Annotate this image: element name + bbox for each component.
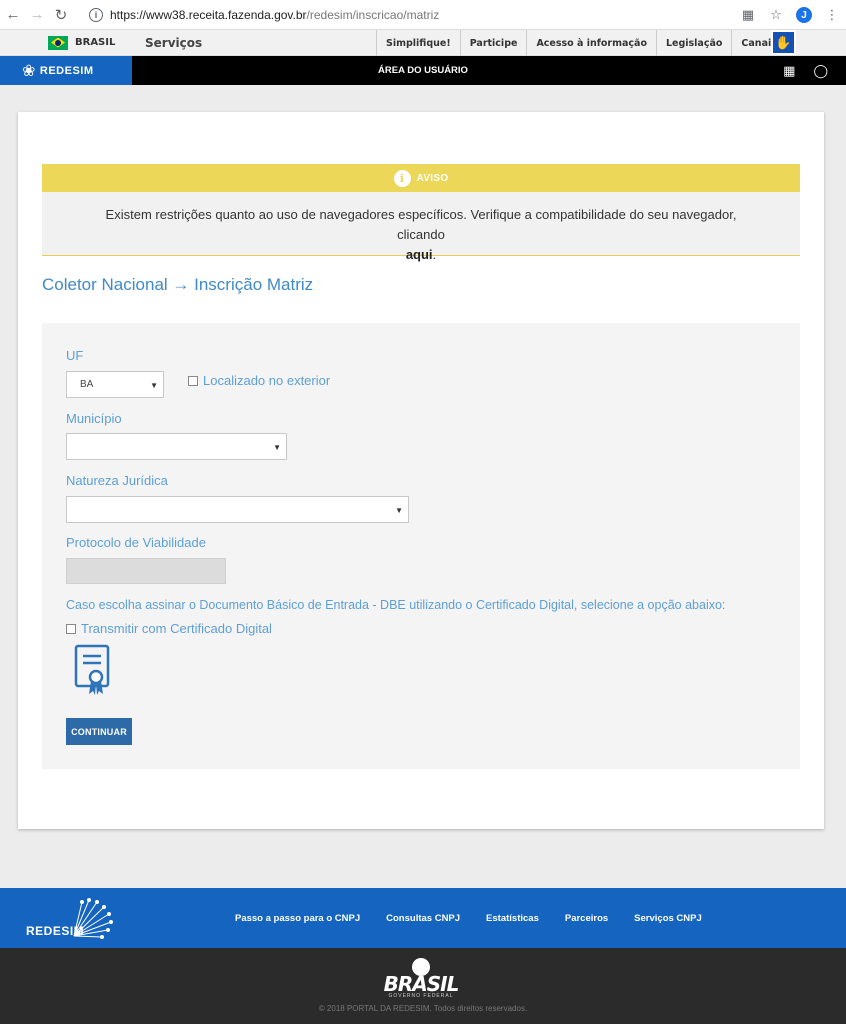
- footer-link-estatisticas[interactable]: Estatísticas: [486, 913, 539, 924]
- brasil-logo-sub: GOVERNO FEDERAL: [388, 993, 454, 999]
- natureza-select[interactable]: ▼: [66, 496, 409, 523]
- aviso-title: AVISO: [416, 172, 449, 184]
- uf-label: UF: [66, 348, 84, 363]
- uf-select-value: BA: [80, 379, 94, 390]
- brazil-flag-icon: [48, 35, 68, 50]
- redesim-logo[interactable]: ❀ REDESIM: [0, 56, 132, 85]
- redesim-bar: ❀ REDESIM ÁREA DO USUÁRIO ▦ ◯: [0, 56, 846, 85]
- translate-icon[interactable]: ▦: [734, 7, 762, 23]
- footer-logo-text: REDESIM: [26, 924, 85, 938]
- gov-link-participe[interactable]: Participe: [459, 30, 527, 56]
- reload-icon[interactable]: ↻: [49, 3, 73, 27]
- gov-bar: BRASIL Serviços Simplifique! Participe A…: [0, 30, 846, 56]
- aviso-aqui-link[interactable]: aqui: [406, 247, 433, 262]
- aviso-text: Existem restrições quanto ao uso de nave…: [105, 207, 737, 242]
- chevron-down-icon: ▼: [273, 443, 281, 452]
- footer-link-passo[interactable]: Passo a passo para o CNPJ: [235, 913, 360, 924]
- user-icon[interactable]: ◯: [813, 63, 828, 79]
- municipio-label: Município: [66, 411, 122, 426]
- footer-link-servicos[interactable]: Serviços CNPJ: [634, 913, 702, 924]
- info-icon: i: [393, 169, 411, 187]
- continue-button[interactable]: CONTINUAR: [66, 718, 132, 745]
- footer-link-consultas[interactable]: Consultas CNPJ: [386, 913, 460, 924]
- chevron-down-icon: ▼: [150, 381, 158, 390]
- footer-bottom: BRASIL GOVERNO FEDERAL © 2018 PORTAL DA …: [0, 948, 846, 1024]
- exterior-checkbox-row[interactable]: Localizado no exterior: [188, 373, 330, 388]
- footer-link-parceiros[interactable]: Parceiros: [565, 913, 608, 924]
- cert-checkbox-row[interactable]: Transmitir com Certificado Digital: [66, 621, 272, 636]
- certificate-icon: [74, 644, 110, 695]
- natureza-label: Natureza Jurídica: [66, 473, 168, 488]
- site-info-icon[interactable]: i: [89, 8, 103, 22]
- form-panel: UF BA ▼ Localizado no exterior Município…: [42, 323, 800, 769]
- browser-menu-icon[interactable]: ⋮: [818, 7, 846, 23]
- cert-checkbox[interactable]: [66, 623, 76, 634]
- gov-servicos-link[interactable]: Serviços: [145, 36, 202, 50]
- gov-brasil-label: BRASIL: [75, 37, 116, 48]
- url-path: /redesim/inscricao/matriz: [306, 8, 440, 22]
- exterior-checkbox[interactable]: [188, 375, 198, 386]
- chevron-down-icon: ▼: [395, 506, 403, 515]
- cert-note: Caso escolha assinar o Documento Básico …: [66, 598, 726, 612]
- protocolo-input: [66, 558, 226, 584]
- redesim-logo-icon: ❀: [22, 62, 36, 80]
- municipio-select[interactable]: ▼: [66, 433, 287, 460]
- copyright: © 2018 PORTAL DA REDESIM. Todos direitos…: [318, 1004, 528, 1013]
- gov-links: Simplifique! Participe Acesso à informaç…: [376, 30, 786, 56]
- forward-arrow-icon[interactable]: →: [25, 3, 49, 27]
- profile-avatar[interactable]: J: [796, 7, 812, 23]
- breadcrumb: Coletor Nacional → Inscrição Matriz: [42, 275, 314, 294]
- aviso-header: i AVISO: [42, 164, 800, 192]
- bookmark-star-icon[interactable]: ☆: [762, 7, 790, 23]
- gov-link-simplifique[interactable]: Simplifique!: [376, 30, 460, 56]
- browser-toolbar: ← → ↻ i https://www38.receita.fazenda.go…: [0, 0, 846, 30]
- aviso-end: .: [432, 247, 437, 262]
- back-arrow-icon[interactable]: ←: [1, 3, 25, 27]
- protocolo-label: Protocolo de Viabilidade: [66, 535, 206, 550]
- uf-select[interactable]: BA ▼: [66, 371, 164, 398]
- gov-link-acesso[interactable]: Acesso à informação: [526, 30, 656, 56]
- footer-links-bar: REDESIM Passo a passo para o CNPJ Consul…: [0, 888, 846, 948]
- main-card: i AVISO Existem restrições quanto ao uso…: [18, 112, 824, 829]
- cert-checkbox-label: Transmitir com Certificado Digital: [81, 621, 272, 636]
- footer-links: Passo a passo para o CNPJ Consultas CNPJ…: [235, 888, 728, 948]
- apps-grid-icon[interactable]: ▦: [783, 63, 795, 79]
- exterior-label: Localizado no exterior: [203, 373, 331, 388]
- gov-link-legislacao[interactable]: Legislação: [655, 30, 731, 56]
- aviso-message: Existem restrições quanto ao uso de nave…: [42, 192, 800, 262]
- address-bar[interactable]: i https://www38.receita.fazenda.gov.br/r…: [78, 3, 794, 27]
- url-host: https://www38.receita.fazenda.gov.br: [110, 8, 307, 22]
- brasil-gov-logo[interactable]: BRASIL GOVERNO FEDERAL: [374, 958, 468, 999]
- accessibility-icon[interactable]: ✋: [771, 30, 796, 55]
- redesim-logo-text: REDESIM: [39, 64, 94, 77]
- footer-redesim-logo[interactable]: REDESIM: [26, 896, 126, 942]
- gov-brasil-link[interactable]: BRASIL: [0, 30, 132, 56]
